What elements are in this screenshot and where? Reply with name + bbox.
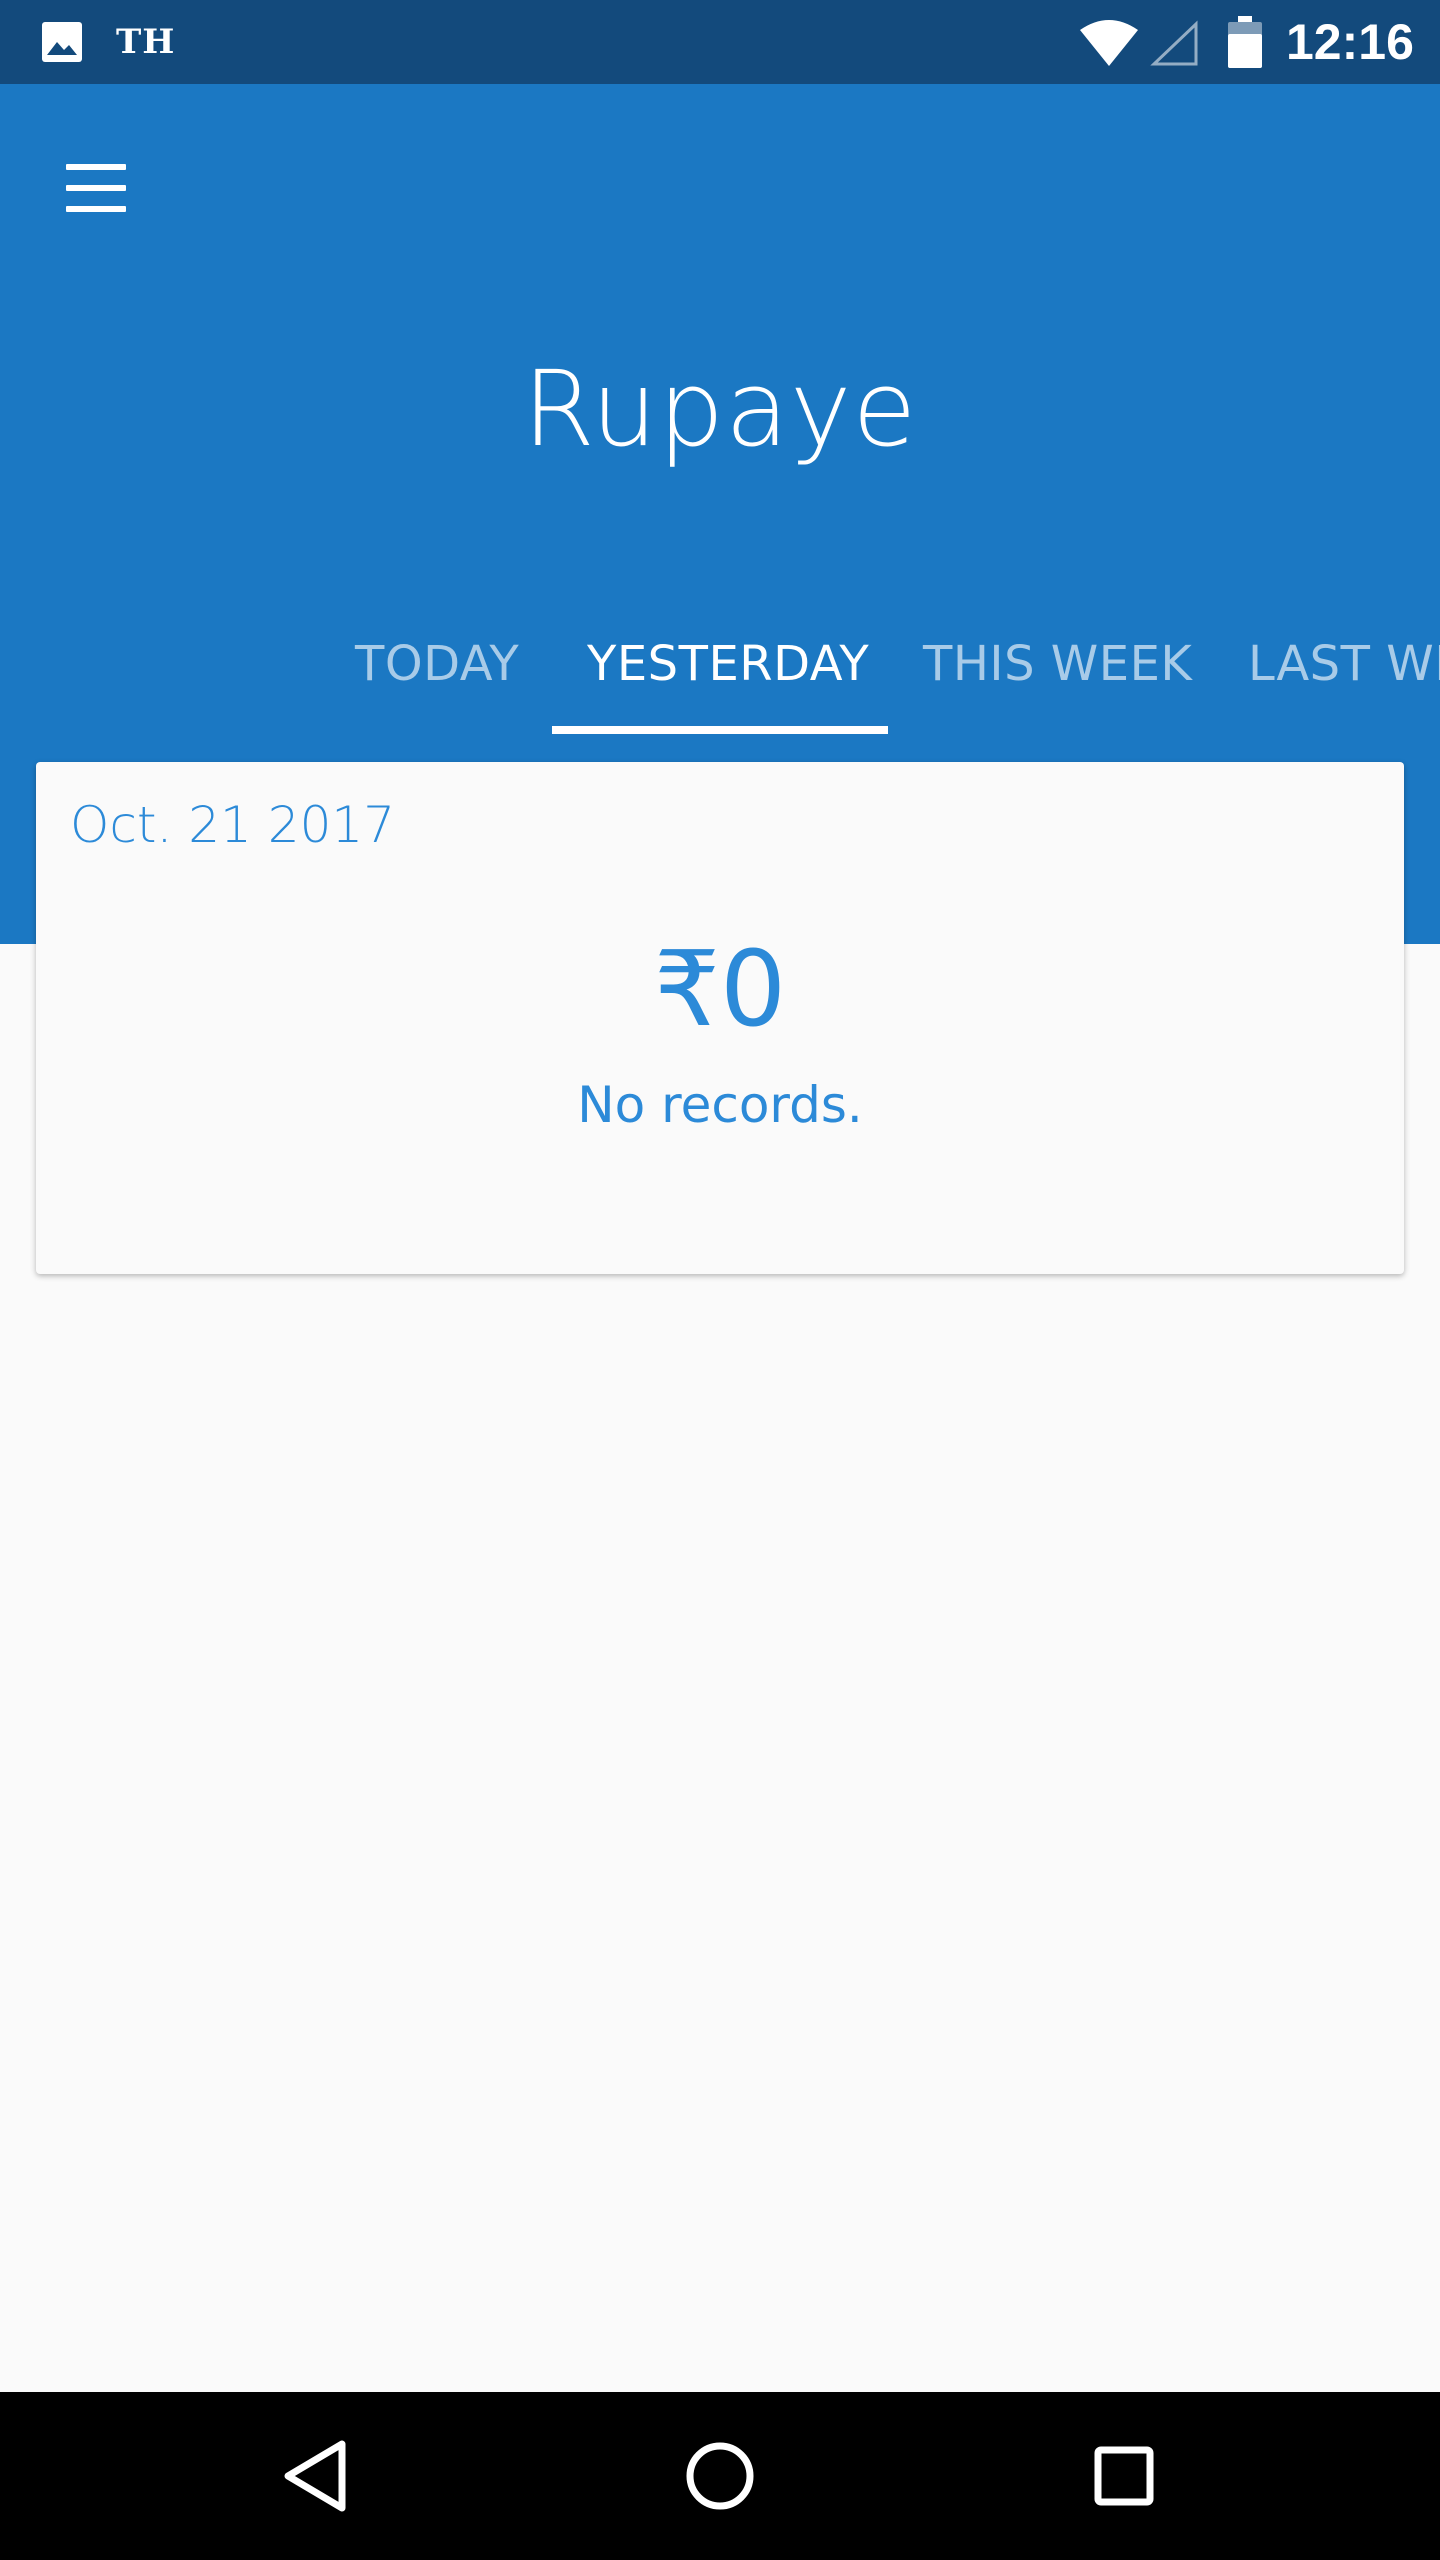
recents-icon[interactable] bbox=[1080, 2432, 1168, 2520]
system-nav-bar bbox=[0, 2392, 1440, 2560]
status-bar: TH 12:16 bbox=[0, 0, 1440, 84]
card-date: Oct. 21 2017 bbox=[70, 796, 395, 854]
status-time: 12:16 bbox=[1286, 14, 1414, 70]
period-tabs: TODAY YESTERDAY THIS WEEK LAST WE bbox=[0, 604, 1440, 734]
app-title: Rupaye bbox=[522, 348, 918, 470]
screen: TH 12:16 Rupaye TODAY YESTERDAY THIS WEE… bbox=[0, 0, 1440, 2560]
wifi-icon bbox=[1080, 20, 1138, 66]
home-icon[interactable] bbox=[676, 2432, 764, 2520]
tab-today[interactable]: TODAY bbox=[355, 604, 519, 724]
card-empty-message: No records. bbox=[577, 1076, 863, 1134]
hamburger-menu-icon[interactable] bbox=[60, 152, 132, 224]
signal-icon bbox=[1150, 20, 1198, 66]
summary-card: Oct. 21 2017 ₹0 No records. bbox=[36, 762, 1404, 1274]
tab-yesterday[interactable]: YESTERDAY bbox=[587, 604, 869, 724]
tab-last-week[interactable]: LAST WE bbox=[1248, 604, 1440, 724]
card-total-amount: ₹0 bbox=[653, 928, 787, 1050]
tab-this-week[interactable]: THIS WEEK bbox=[923, 604, 1192, 724]
back-icon[interactable] bbox=[272, 2432, 360, 2520]
active-tab-indicator bbox=[552, 726, 888, 734]
gallery-icon bbox=[42, 22, 82, 62]
battery-icon bbox=[1228, 16, 1262, 68]
status-app-label: TH bbox=[116, 22, 176, 62]
